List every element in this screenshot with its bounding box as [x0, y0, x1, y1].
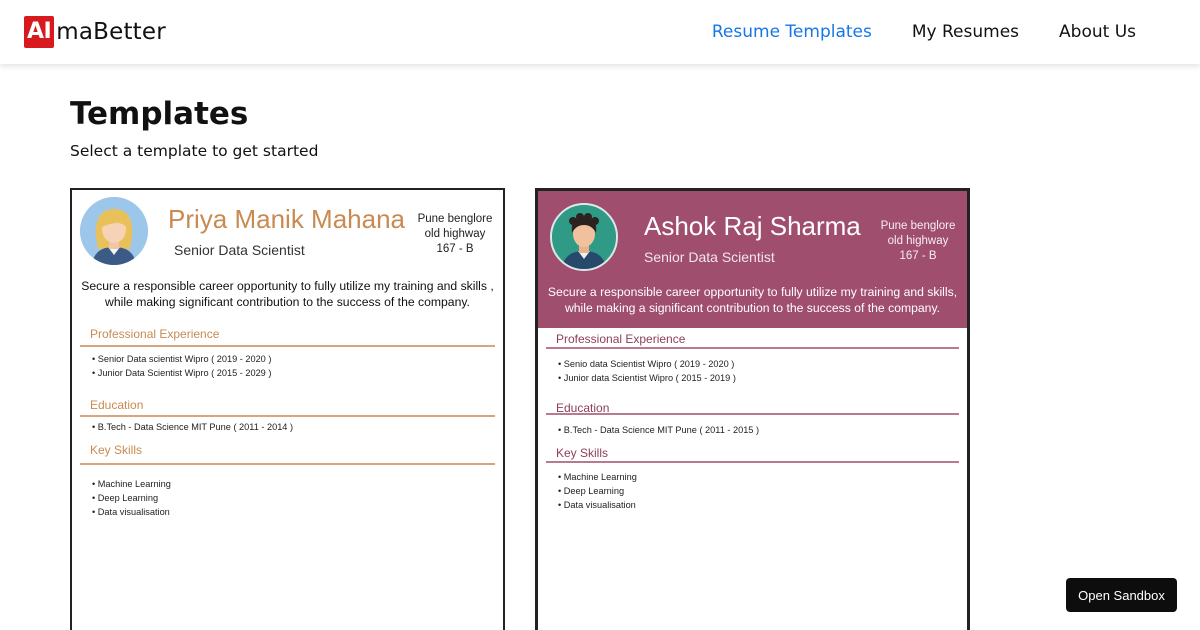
resume-address: Pune benglore old highway 167 - B: [873, 219, 963, 264]
female-avatar-icon: [80, 197, 148, 265]
address-line: 167 - B: [899, 250, 937, 262]
section-title-experience: Professional Experience: [556, 332, 686, 346]
list-item: B.Tech - Data Science MIT Pune ( 2011 - …: [92, 420, 293, 434]
address-line: old highway: [887, 235, 949, 247]
list-item: Machine Learning: [558, 470, 637, 484]
nav-my-resumes[interactable]: My Resumes: [912, 20, 1019, 44]
skills-list: Machine Learning Deep Learning Data visu…: [558, 470, 637, 512]
resume-role: Senior Data Scientist: [644, 249, 775, 265]
open-sandbox-button[interactable]: Open Sandbox: [1066, 578, 1177, 612]
resume-objective: Secure a responsible career opportunity …: [81, 279, 494, 309]
experience-list: Senio data Scientist Wipro ( 2019 - 2020…: [558, 357, 736, 385]
resume-role: Senior Data Scientist: [174, 242, 305, 258]
section-divider: [546, 347, 959, 349]
section-divider: [546, 461, 959, 463]
page-title: Templates: [70, 96, 249, 132]
skills-list: Machine Learning Deep Learning Data visu…: [92, 477, 171, 519]
male-avatar-icon: [550, 203, 618, 271]
section-divider: [80, 415, 495, 417]
template-card-2[interactable]: Ashok Raj Sharma Senior Data Scientist P…: [535, 188, 970, 630]
resume-address: Pune benglore old highway 167 - B: [410, 212, 500, 257]
resume-name: Ashok Raj Sharma: [644, 211, 861, 241]
logo-text: maBetter: [56, 19, 166, 45]
resume-name: Priya Manik Mahana: [168, 204, 405, 234]
logo-badge: AI: [24, 16, 55, 48]
main-nav: Resume Templates My Resumes About Us: [672, 20, 1136, 44]
section-divider: [80, 345, 495, 347]
resume-preview: Priya Manik Mahana Senior Data Scientist…: [72, 190, 503, 630]
template-card-1[interactable]: Priya Manik Mahana Senior Data Scientist…: [70, 188, 505, 630]
address-line: Pune benglore: [880, 220, 956, 232]
education-list: B.Tech - Data Science MIT Pune ( 2011 - …: [92, 420, 293, 434]
section-title-education: Education: [90, 398, 144, 412]
list-item: Junior data Scientist Wipro ( 2015 - 201…: [558, 371, 736, 385]
section-title-skills: Key Skills: [556, 446, 609, 460]
list-item: Data visualisation: [92, 505, 171, 519]
experience-list: Senior Data scientist Wipro ( 2019 - 202…: [92, 352, 272, 380]
resume-objective: Secure a responsible career opportunity …: [547, 285, 958, 315]
list-item: Junior Data Scientist Wipro ( 2015 - 202…: [92, 366, 272, 380]
list-item: Senio data Scientist Wipro ( 2019 - 2020…: [558, 357, 736, 371]
section-title-skills: Key Skills: [90, 443, 143, 457]
almabetter-logo[interactable]: AI maBetter: [24, 16, 166, 48]
address-line: Pune benglore: [417, 213, 493, 225]
section-divider: [546, 413, 959, 415]
list-item: Deep Learning: [558, 484, 637, 498]
list-item: B.Tech - Data Science MIT Pune ( 2011 - …: [558, 423, 759, 437]
list-item: Data visualisation: [558, 498, 637, 512]
education-list: B.Tech - Data Science MIT Pune ( 2011 - …: [558, 423, 759, 437]
resume-preview: Ashok Raj Sharma Senior Data Scientist P…: [538, 191, 967, 630]
page-subtitle: Select a template to get started: [70, 142, 319, 160]
top-navbar: AI maBetter Resume Templates My Resumes …: [0, 0, 1200, 64]
section-divider: [80, 463, 495, 465]
nav-about-us[interactable]: About Us: [1059, 20, 1136, 44]
section-title-experience: Professional Experience: [90, 327, 220, 341]
address-line: 167 - B: [436, 243, 474, 255]
address-line: old highway: [424, 228, 486, 240]
nav-resume-templates[interactable]: Resume Templates: [712, 20, 872, 44]
list-item: Senior Data scientist Wipro ( 2019 - 202…: [92, 352, 272, 366]
list-item: Machine Learning: [92, 477, 171, 491]
list-item: Deep Learning: [92, 491, 171, 505]
